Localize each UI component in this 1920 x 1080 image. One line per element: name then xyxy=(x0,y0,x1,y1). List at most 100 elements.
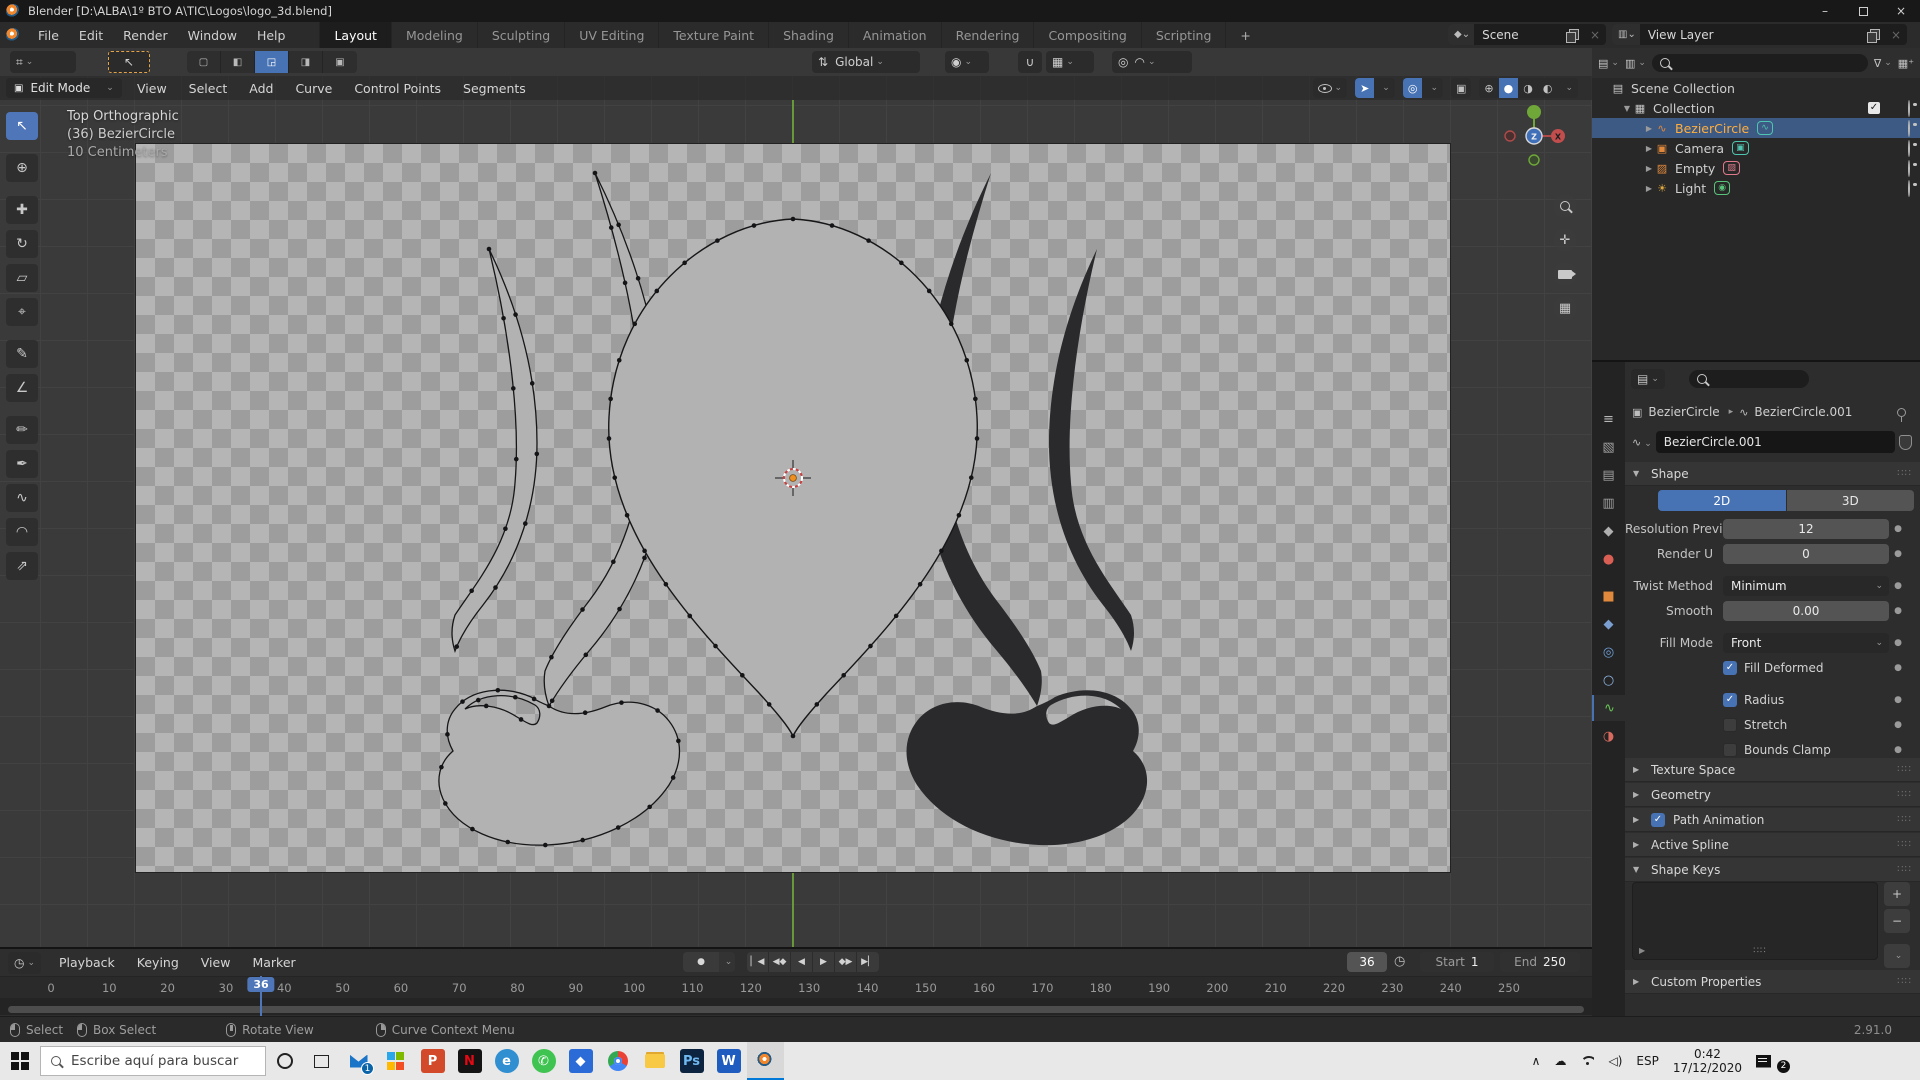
control-point[interactable] xyxy=(973,397,978,402)
control-point[interactable] xyxy=(439,765,444,770)
view-layer-tab[interactable]: ▥ xyxy=(1592,490,1625,516)
taskbar-app-mail[interactable]: 1 xyxy=(340,1042,377,1080)
expand-arrow-icon[interactable]: ▶ xyxy=(1633,840,1643,849)
expand-arrow-icon[interactable]: ▼ xyxy=(1633,865,1643,874)
taskbar-app-task-view[interactable] xyxy=(303,1042,340,1080)
control-point[interactable] xyxy=(535,452,540,457)
gizmo-negative-x-ball[interactable] xyxy=(1505,131,1515,141)
new-workspace-tab[interactable]: + xyxy=(1225,22,1264,48)
ruler-frame-210[interactable]: 210 xyxy=(1265,981,1287,995)
control-point[interactable] xyxy=(549,655,554,660)
tab-compositing[interactable]: Compositing xyxy=(1033,22,1140,48)
control-point[interactable] xyxy=(476,698,481,703)
tab-modeling[interactable]: Modeling xyxy=(391,22,477,48)
control-point[interactable] xyxy=(484,704,489,709)
control-point[interactable] xyxy=(519,717,524,722)
ruler-frame-20[interactable]: 20 xyxy=(160,981,175,995)
outliner-item-label[interactable]: Empty xyxy=(1675,161,1715,176)
outliner-row-camera[interactable]: ▶▣Camera▣ xyxy=(1592,138,1920,158)
expand-arrow-icon[interactable]: ▶ xyxy=(1633,790,1643,799)
control-point[interactable] xyxy=(593,171,598,176)
camera-data-icon[interactable]: ▣ xyxy=(1732,141,1749,155)
control-point[interactable] xyxy=(580,607,585,612)
outliner-item-label[interactable]: Collection xyxy=(1653,101,1715,116)
object-tab[interactable]: ■ xyxy=(1592,583,1625,609)
panel-header-active-spline[interactable]: ▶Active Spline∷∷ xyxy=(1625,833,1920,857)
animate-dot[interactable]: ● xyxy=(1893,606,1903,616)
hide-in-viewport-eye-icon[interactable] xyxy=(1908,161,1910,176)
ruler-frame-180[interactable]: 180 xyxy=(1090,981,1112,995)
control-point[interactable] xyxy=(505,840,510,845)
control-point[interactable] xyxy=(609,225,614,230)
select-subtract-button[interactable]: ◲ xyxy=(255,51,289,73)
control-point[interactable] xyxy=(503,526,508,531)
expand-arrow-icon[interactable]: ▶ xyxy=(1644,164,1654,173)
animate-dot[interactable]: ● xyxy=(1893,695,1903,705)
control-point[interactable] xyxy=(583,653,588,658)
move-tool[interactable]: ✚ xyxy=(6,196,38,224)
control-point[interactable] xyxy=(682,261,687,266)
blender-menu-icon[interactable] xyxy=(6,28,20,42)
notification-center-icon[interactable] xyxy=(1756,1055,1771,1068)
close-button[interactable]: × xyxy=(1882,0,1920,22)
ruler-frame-30[interactable]: 30 xyxy=(219,981,234,995)
ruler-frame-120[interactable]: 120 xyxy=(740,981,762,995)
control-point[interactable] xyxy=(530,381,535,386)
tab-scripting[interactable]: Scripting xyxy=(1141,22,1226,48)
control-point[interactable] xyxy=(894,614,899,619)
control-point[interactable] xyxy=(616,223,621,228)
taskbar-app-chrome[interactable] xyxy=(599,1042,636,1080)
shape-keys-list[interactable]: ▶∷∷ xyxy=(1632,882,1878,960)
control-point[interactable] xyxy=(616,825,621,830)
control-point[interactable] xyxy=(493,585,498,590)
taskbar-app-store[interactable] xyxy=(377,1042,414,1080)
outliner-row-empty[interactable]: ▶▨Empty▨ xyxy=(1592,158,1920,178)
control-point[interactable] xyxy=(513,312,518,317)
fake-user-shield-icon[interactable] xyxy=(1899,435,1912,450)
playhead-frame-badge[interactable]: 36 xyxy=(247,977,274,992)
control-point[interactable] xyxy=(523,521,528,526)
rotate-tool[interactable]: ↻ xyxy=(6,230,38,258)
control-point[interactable] xyxy=(866,238,871,243)
jump-to-end-button[interactable]: ▶▏ xyxy=(857,952,879,972)
taskbar-app-whatsapp[interactable]: ✆ xyxy=(525,1042,562,1080)
auto-keying-button[interactable]: ● xyxy=(683,952,719,972)
tab-sculpting[interactable]: Sculpting xyxy=(477,22,564,48)
control-point[interactable] xyxy=(470,827,475,832)
animate-dot[interactable]: ● xyxy=(1893,549,1903,559)
light-data-icon[interactable]: ◉ xyxy=(1714,181,1730,195)
control-point[interactable] xyxy=(964,358,969,363)
taskbar-app-cortana[interactable] xyxy=(266,1042,303,1080)
breadcrumb-object[interactable]: BezierCircle xyxy=(1648,405,1719,419)
remove-view-layer-icon[interactable]: × xyxy=(1885,28,1907,42)
collection-checkbox[interactable]: ✓ xyxy=(1868,102,1880,114)
overlays-dropdown[interactable]: ⌄ xyxy=(1422,78,1443,98)
shape-2d-button[interactable]: 2D xyxy=(1658,490,1786,511)
taskbar-search-input[interactable]: Escribe aquí para buscar xyxy=(40,1046,266,1076)
outliner-display-mode-dropdown[interactable]: ▤⌄ xyxy=(1598,57,1619,70)
scene-selector[interactable]: ◆⌄ Scene × xyxy=(1448,24,1606,45)
taskbar-app-file-explorer[interactable] xyxy=(636,1042,673,1080)
bezier-circle-data-icon[interactable]: ∿ xyxy=(1757,121,1773,135)
snap-toggle-button[interactable]: ∪ xyxy=(1018,51,1042,73)
viewport-menu-view[interactable]: View xyxy=(126,81,178,96)
ruler-frame-100[interactable]: 100 xyxy=(623,981,645,995)
checkbox-radius[interactable]: ✓ xyxy=(1723,693,1737,707)
tab-shading[interactable]: Shading xyxy=(768,22,848,48)
show-object-types-dropdown[interactable]: ⌄ xyxy=(1313,78,1348,98)
shape-panel-header[interactable]: ▼ Shape ∷∷ xyxy=(1625,462,1920,486)
animate-dot[interactable]: ● xyxy=(1893,524,1903,534)
timeline-menu-view[interactable]: View xyxy=(190,955,242,970)
shading-wireframe-button[interactable]: ⊕ xyxy=(1479,78,1498,98)
ruler-frame-220[interactable]: 220 xyxy=(1323,981,1345,995)
control-point[interactable] xyxy=(543,843,548,848)
control-point[interactable] xyxy=(939,549,944,554)
select-invert-button[interactable]: ◨ xyxy=(289,51,323,73)
navigation-gizmo[interactable]: X Z xyxy=(1498,100,1570,172)
control-point[interactable] xyxy=(496,688,501,693)
control-point[interactable] xyxy=(632,322,637,327)
number-field-resolution-previe[interactable]: 12 xyxy=(1723,519,1889,539)
control-point[interactable] xyxy=(830,223,835,228)
checkbox-fill-deformed[interactable]: ✓ xyxy=(1723,661,1737,675)
control-point[interactable] xyxy=(625,513,630,518)
